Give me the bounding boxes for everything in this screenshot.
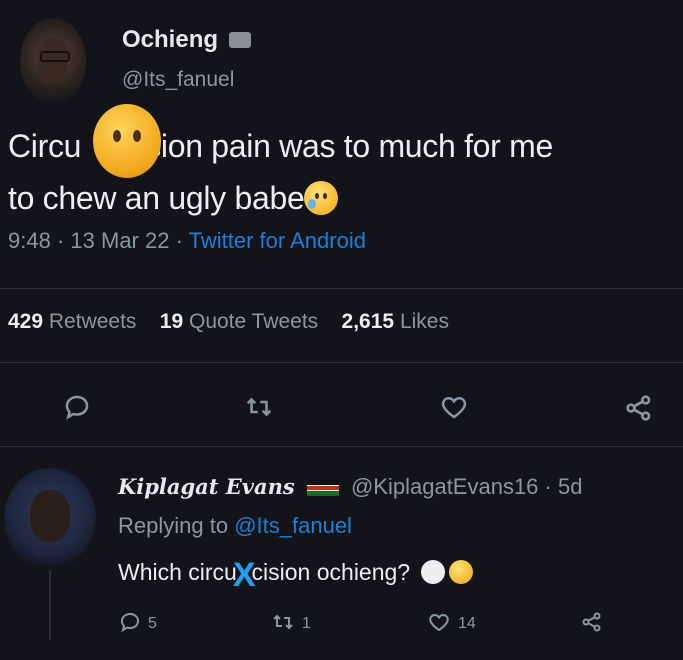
avatar-face — [29, 490, 71, 542]
likes-count: 2,615 — [341, 310, 395, 333]
reply-actions: 5 1 14 — [118, 608, 638, 642]
reply-text-part-2: cision ochieng? — [251, 559, 411, 585]
tweet-time[interactable]: 9:48 — [8, 228, 51, 253]
reply-share-button[interactable] — [580, 610, 604, 636]
share-icon — [582, 612, 601, 632]
quotes-label: Quote Tweets — [188, 310, 319, 333]
reply-reply-button[interactable]: 5 — [118, 610, 157, 636]
author-name[interactable]: Ochieng — [122, 26, 251, 54]
reply-icon — [65, 395, 89, 420]
heart-icon — [441, 396, 467, 419]
share-button[interactable] — [623, 392, 655, 424]
reply-button[interactable] — [62, 392, 92, 422]
meta-separator: · — [175, 228, 183, 253]
retweets-count: 429 — [8, 310, 44, 333]
divider — [0, 362, 683, 363]
reply-retweet-button[interactable]: 1 — [270, 610, 311, 636]
retweet-icon — [246, 397, 272, 417]
replying-label: Replying to — [118, 513, 229, 538]
skull-emoji-icon — [420, 560, 445, 584]
author-handle[interactable]: @Its_fanuel — [122, 68, 234, 92]
author-name-text: Ochieng — [122, 26, 219, 53]
retweets-label: Retweets — [48, 310, 137, 333]
kenya-flag-icon — [306, 480, 339, 496]
retweet-button[interactable] — [243, 392, 275, 422]
tweet-text-part-2: sion pain was to much for me — [145, 128, 553, 164]
crying-laughing-emoji-icon — [304, 181, 339, 215]
divider — [0, 288, 683, 289]
reply-text-part-1: Which circu — [118, 559, 237, 585]
tweet-source-link[interactable]: Twitter for Android — [189, 228, 366, 253]
divider — [0, 446, 683, 447]
like-count: 14 — [458, 615, 476, 632]
author-avatar[interactable] — [20, 18, 86, 104]
replying-to: Replying to @Its_fanuel — [118, 513, 352, 539]
tweet-text-part-1: Circu — [8, 128, 82, 164]
tweet-stats: 429 Retweets 19 Quote Tweets 2,615 Likes — [8, 310, 449, 334]
quotes-stat[interactable]: 19 Quote Tweets — [160, 310, 318, 333]
tweet-meta: 9:48 · 13 Mar 22 · Twitter for Android — [8, 228, 366, 254]
heart-icon — [429, 613, 449, 632]
thread-line — [49, 570, 51, 640]
replying-to-handle[interactable]: @Its_fanuel — [234, 513, 352, 538]
reply-like-button[interactable]: 14 — [426, 610, 476, 636]
reply-icon — [120, 612, 140, 633]
reply-author-handle[interactable]: @KiplagatEvans16 — [351, 474, 538, 499]
avatar-glasses — [39, 50, 71, 62]
share-icon — [626, 395, 651, 421]
tweet-text-line-2: to chew an ugly babe — [8, 180, 305, 216]
reply-author-name[interactable]: Kiplagat Evans — [118, 474, 295, 499]
meta-separator: · — [56, 228, 65, 253]
tweet-actions — [0, 388, 683, 428]
quotes-count: 19 — [159, 310, 184, 333]
crying-laughing-emoji-icon — [448, 560, 473, 584]
retweets-stat[interactable]: 429 Retweets — [8, 310, 136, 333]
retweet-count: 1 — [302, 615, 311, 632]
likes-stat[interactable]: 2,615 Likes — [342, 310, 449, 333]
tweet-date[interactable]: 13 Mar 22 — [70, 228, 169, 253]
likes-label: Likes — [399, 310, 449, 333]
like-button[interactable] — [438, 392, 470, 422]
reply-age[interactable]: 5d — [558, 474, 582, 499]
emoji-badge-icon — [228, 32, 251, 48]
reply-header: Kiplagat Evans @KiplagatEvans16 · 5d — [118, 474, 582, 500]
reply-count: 5 — [148, 615, 157, 632]
retweet-icon — [273, 614, 293, 630]
reply-text: Which circuXcision ochieng? — [118, 556, 473, 595]
reply-author-avatar[interactable] — [4, 468, 96, 568]
meta-separator: · — [544, 474, 552, 499]
blank-face-emoji-icon — [93, 104, 161, 178]
